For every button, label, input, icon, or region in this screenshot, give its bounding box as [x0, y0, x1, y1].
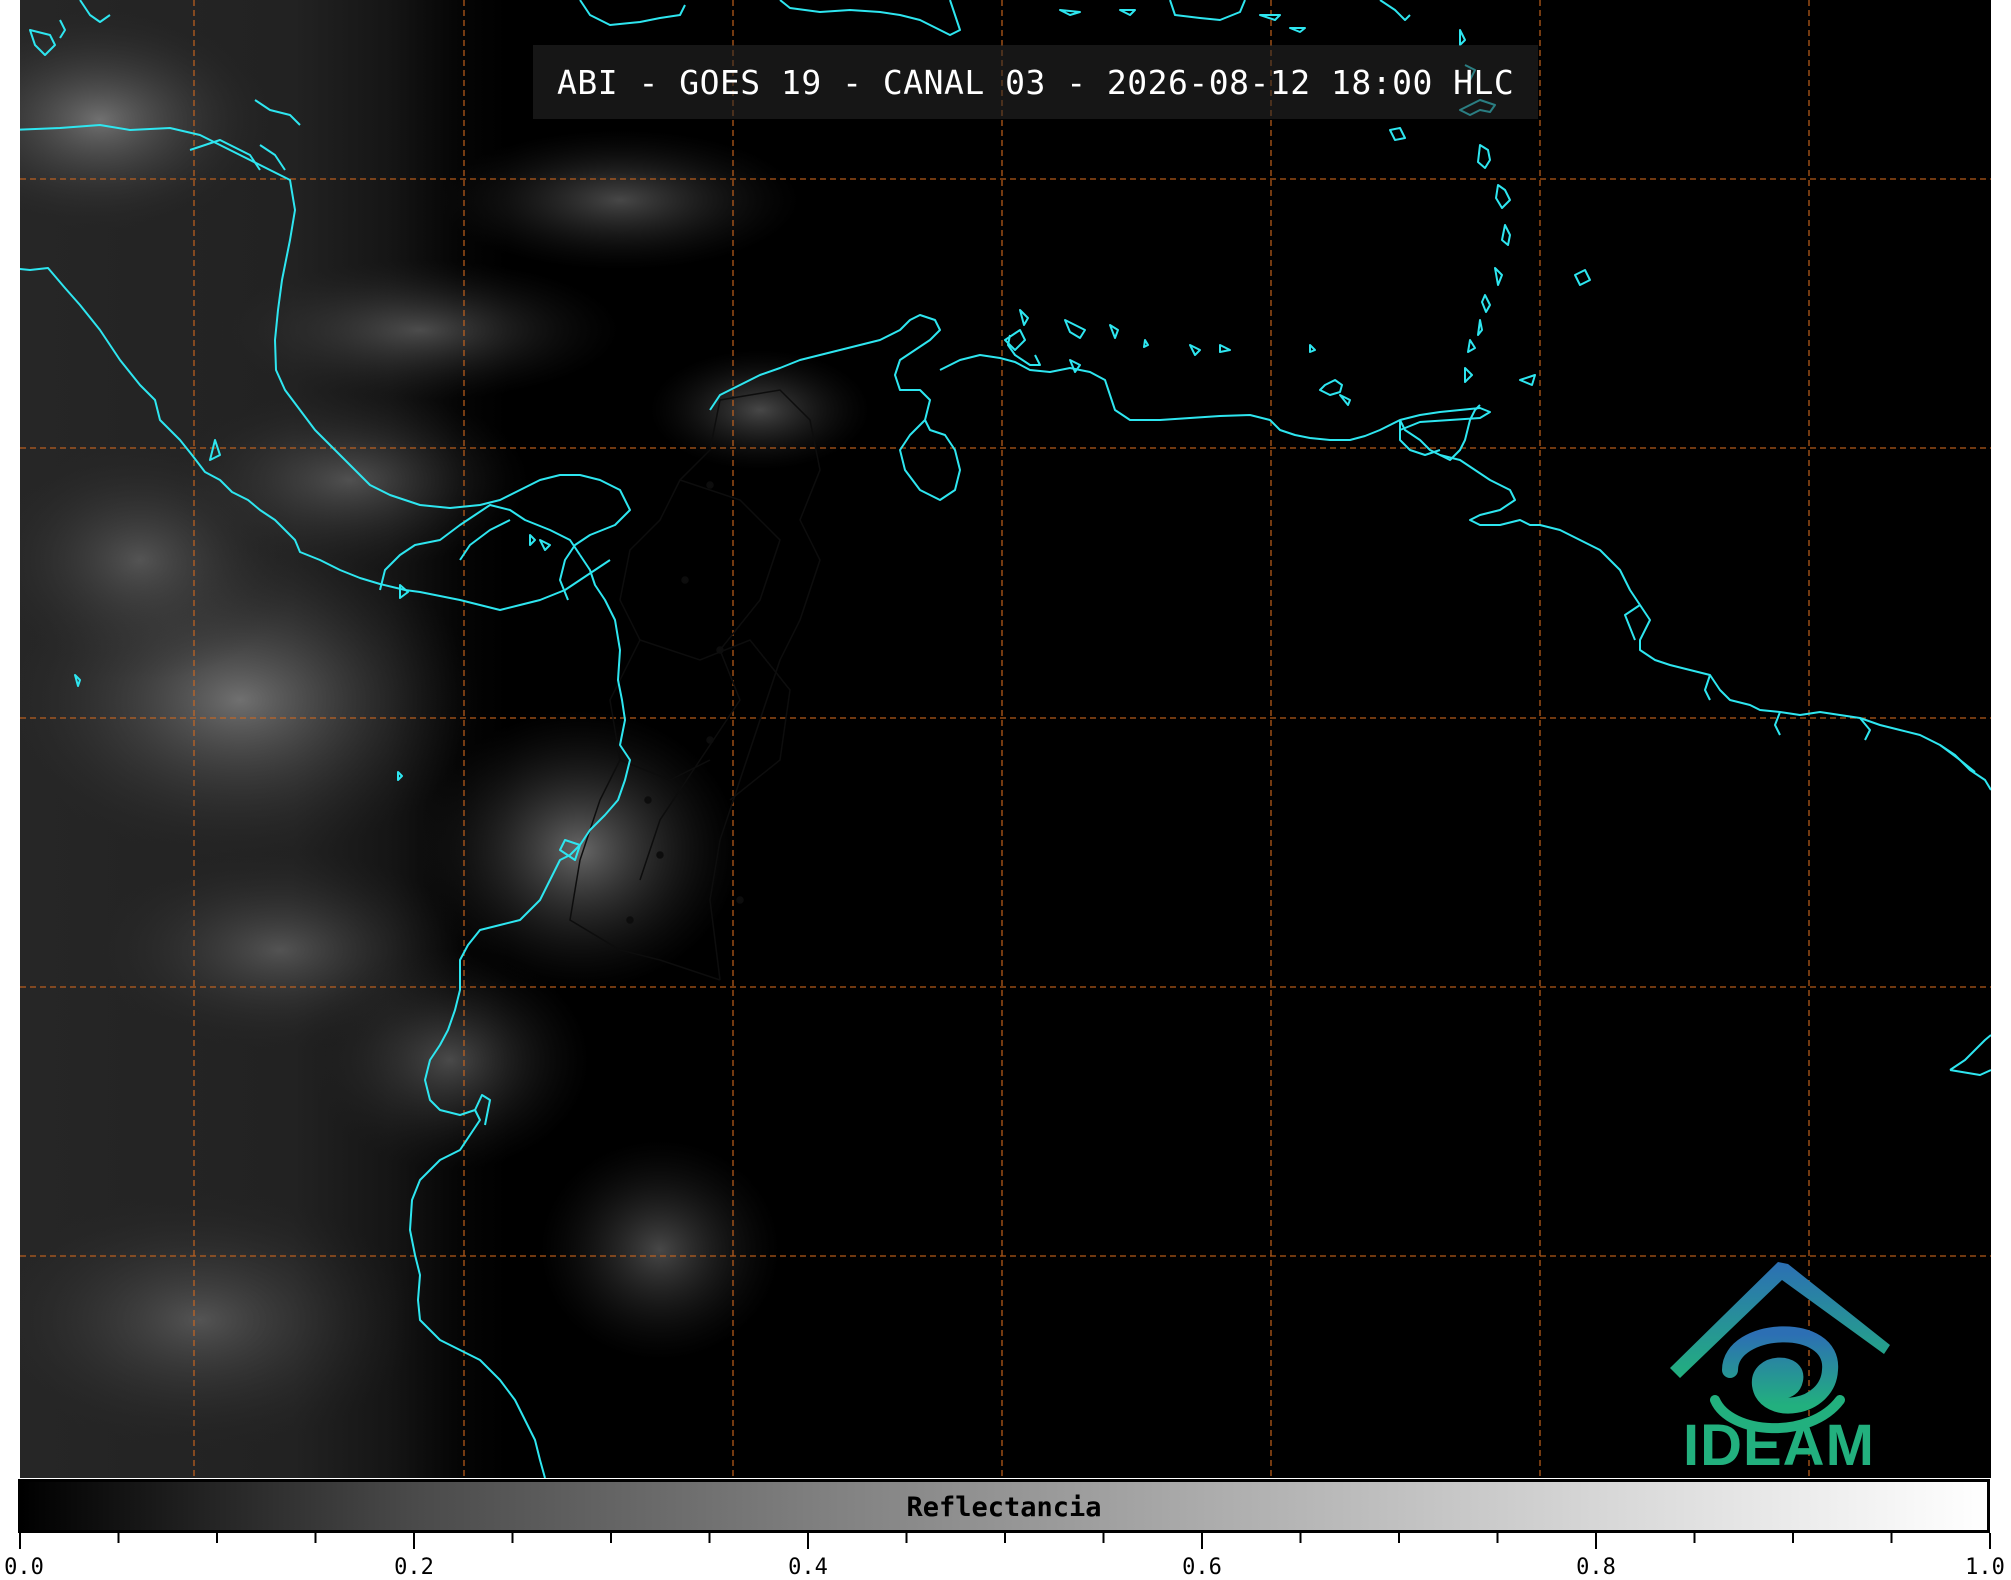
colorbar-tick-label: 0.2 — [394, 1555, 434, 1580]
colorbar-tick-label: 1.0 — [1965, 1555, 2005, 1580]
logo-text: IDEAM — [1683, 1413, 1875, 1478]
colorbar: Reflectancia — [18, 1479, 1990, 1533]
colorbar-axis: 0.0 0.2 0.4 0.6 0.8 1.0 — [0, 1533, 2011, 1580]
map-title: ABI - GOES 19 - CANAL 03 - 2026-08-12 18… — [557, 62, 1515, 102]
colorbar-label: Reflectancia — [906, 1492, 1102, 1523]
colorbar-tick-label: 0.8 — [1576, 1555, 1616, 1580]
colorbar-ticks — [19, 1533, 1991, 1549]
colorbar-tick-label: 0.6 — [1182, 1555, 1222, 1580]
colorbar-tick-label: 0.0 — [4, 1555, 44, 1580]
colorbar-tick-label: 0.4 — [788, 1555, 828, 1580]
satellite-image-map: ABI - GOES 19 - CANAL 03 - 2026-08-12 18… — [20, 0, 1991, 1478]
map-title-box: ABI - GOES 19 - CANAL 03 - 2026-08-12 18… — [533, 45, 1539, 119]
